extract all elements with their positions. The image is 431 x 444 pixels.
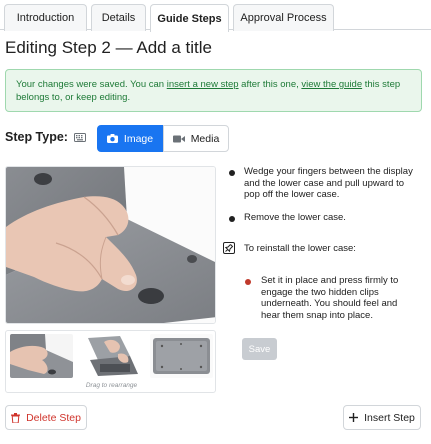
page-title: Editing Step 2 — Add a title <box>5 38 212 57</box>
delete-step-button[interactable]: Delete Step <box>5 405 87 430</box>
bullet-red-dot[interactable] <box>245 279 251 285</box>
step-type-label: Step Type: <box>5 130 68 144</box>
keyboard-icon[interactable] <box>74 133 86 142</box>
drag-to-rearrange-hint: Drag to rearrange <box>85 382 138 389</box>
tab-bar: Introduction Details Guide Steps Approva… <box>0 0 431 32</box>
success-alert: Your changes were saved. You can insert … <box>5 69 422 112</box>
trash-icon <box>11 412 21 423</box>
alert-text: after this one, <box>238 79 302 90</box>
save-button[interactable]: Save <box>242 338 277 360</box>
thumbnail-2[interactable] <box>80 334 143 378</box>
bullet-text[interactable]: Remove the lower case. <box>244 212 414 224</box>
delete-step-label: Delete Step <box>26 411 81 424</box>
step-type-media-button[interactable]: Media <box>163 125 229 152</box>
bullet-black-dot[interactable] <box>229 170 235 176</box>
tab-approval-process[interactable]: Approval Process <box>233 4 334 31</box>
main-step-image[interactable] <box>5 166 216 324</box>
media-option-label: Media <box>190 132 220 145</box>
thumbnail-1[interactable] <box>10 334 73 378</box>
thumbnail-3[interactable] <box>150 334 213 378</box>
tab-guide-steps[interactable]: Guide Steps <box>150 4 229 32</box>
bullet-black-dot[interactable] <box>229 216 235 222</box>
bullet-text[interactable]: Wedge your fingers between the display a… <box>244 166 414 201</box>
bullet-text[interactable]: Set it in place and press firmly to enga… <box>261 275 411 321</box>
tab-details[interactable]: Details <box>91 4 146 31</box>
tab-introduction[interactable]: Introduction <box>4 4 87 31</box>
video-icon <box>172 135 185 142</box>
insert-step-label: Insert Step <box>364 411 415 424</box>
camera-icon <box>106 134 118 143</box>
image-thumbnails: Drag to rearrange <box>5 330 216 393</box>
step-type-image-button[interactable]: Image <box>97 125 163 152</box>
plus-icon <box>349 413 359 422</box>
insert-new-step-link[interactable]: insert a new step <box>167 79 239 90</box>
insert-step-button[interactable]: Insert Step <box>343 405 421 430</box>
view-guide-link[interactable]: view the guide <box>301 79 362 90</box>
bullet-text[interactable]: To reinstall the lower case: <box>244 243 414 255</box>
note-icon[interactable] <box>223 242 235 254</box>
alert-text: Your changes were saved. You can <box>16 79 167 90</box>
image-option-label: Image <box>123 132 154 145</box>
